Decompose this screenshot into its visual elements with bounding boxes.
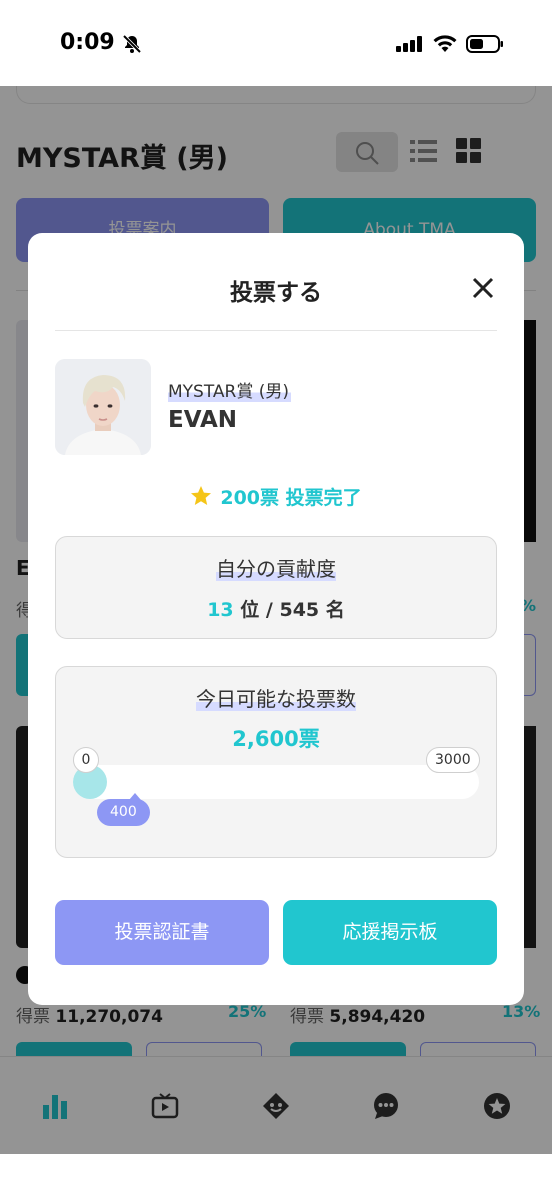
vote-modal: 投票する MYSTAR賞 (男) EVAN 200票 投票完了 自分の貢献度 1… (28, 233, 524, 1005)
close-icon[interactable] (468, 273, 498, 303)
home-indicator-area (0, 1154, 552, 1200)
contribution-box: 自分の貢献度 13 位 / 545 名 (55, 536, 497, 639)
slider-value-badge: 400 (97, 793, 150, 826)
support-board-button[interactable]: 応援掲示板 (283, 900, 497, 965)
screen: 0:09 MYSTAR賞 (男) 投票案内 About TMA E 得票 11,… (0, 0, 552, 1200)
bell-slash-icon (122, 34, 142, 58)
contribution-rank: 13 位 / 545 名 (207, 599, 345, 621)
status-bar: 0:09 (0, 0, 552, 86)
status-time: 0:09 (60, 30, 115, 55)
battery-icon (466, 35, 504, 57)
candidate-name: EVAN (168, 407, 237, 433)
modal-title: 投票する (230, 280, 322, 306)
vote-complete-message: 200票 投票完了 (28, 483, 524, 512)
candidate-photo (55, 359, 151, 455)
vote-certificate-button[interactable]: 投票認証書 (55, 900, 269, 965)
today-votes-label: 今日可能な投票数 (196, 687, 356, 711)
divider (55, 330, 497, 331)
today-votes-box: 今日可能な投票数 2,600票 0 3000 400 (55, 666, 497, 858)
star-icon (190, 485, 212, 512)
slider-max-label: 3000 (426, 747, 480, 773)
contribution-label: 自分の貢献度 (216, 557, 336, 581)
slider-min-label: 0 (73, 747, 99, 773)
vote-complete-text: 200票 投票完了 (220, 487, 362, 509)
wifi-icon (432, 34, 458, 58)
signal-icon (396, 36, 424, 56)
today-votes-value: 2,600票 (232, 727, 320, 751)
candidate-category: MYSTAR賞 (男) (168, 377, 292, 402)
